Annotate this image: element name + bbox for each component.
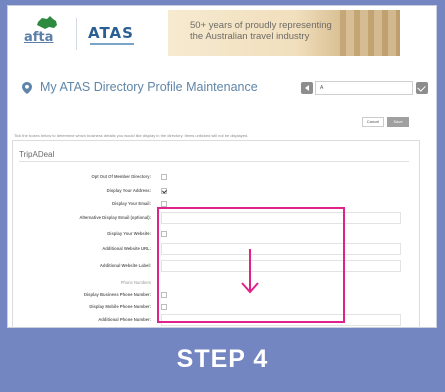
previous-profile-button[interactable] (301, 82, 313, 94)
row-label: Additional Website Label: (99, 263, 151, 268)
display-address-checkbox[interactable] (161, 188, 167, 194)
row-label: Display Your Website: (107, 231, 151, 236)
afta-logo[interactable]: afta (20, 16, 70, 52)
opt-out-checkbox[interactable] (161, 174, 167, 180)
save-button[interactable]: Save (387, 117, 409, 127)
phone-numbers-heading: Phone Numbers (120, 280, 151, 285)
row-opt-out: Opt Out Of Member Directory: (13, 173, 421, 183)
banner-decoration (340, 10, 400, 56)
site-header: afta ATAS 50+ years of proudly represent… (8, 6, 436, 68)
section-divider (19, 161, 409, 162)
cancel-button[interactable]: Cancel (362, 117, 384, 127)
afta-logo-text: afta (24, 30, 54, 45)
page-title: My ATAS Directory Profile Maintenance (40, 80, 258, 94)
row-label: Alternative Display Email (optional): (79, 215, 151, 220)
banner-text-line1: 50+ years of proudly representing (190, 20, 332, 31)
title-row: My ATAS Directory Profile Maintenance A (18, 79, 428, 99)
row-display-address: Display Your Address: (13, 187, 421, 197)
row-label: Display Business Phone Number: (83, 292, 151, 297)
row-label: Display Mobile Phone Number: (89, 304, 151, 309)
row-label: Display Your Email: (112, 201, 151, 206)
down-arrow-icon (241, 249, 259, 294)
row-label: Display Your Address: (106, 188, 151, 193)
profile-select[interactable]: A (315, 81, 413, 95)
logo-divider (76, 18, 77, 50)
step-label: STEP 4 (176, 345, 269, 373)
australia-map-icon (37, 16, 57, 29)
header-banner: 50+ years of proudly representing the Au… (168, 10, 400, 56)
row-label: Additional Website URL: (102, 246, 151, 251)
instructions-text: Tick the boxes below to determine which … (14, 133, 249, 138)
location-pin-icon (22, 82, 32, 94)
section-title: TripADeal (19, 150, 55, 159)
row-label: Additional Phone Number: (98, 317, 151, 322)
atas-logo-underline (90, 43, 134, 45)
confirm-profile-button[interactable] (416, 82, 428, 94)
banner-text-line2: the Australian travel industry (190, 31, 310, 42)
atas-logo[interactable]: ATAS (88, 24, 134, 42)
row-label: Opt Out Of Member Directory: (91, 174, 151, 179)
